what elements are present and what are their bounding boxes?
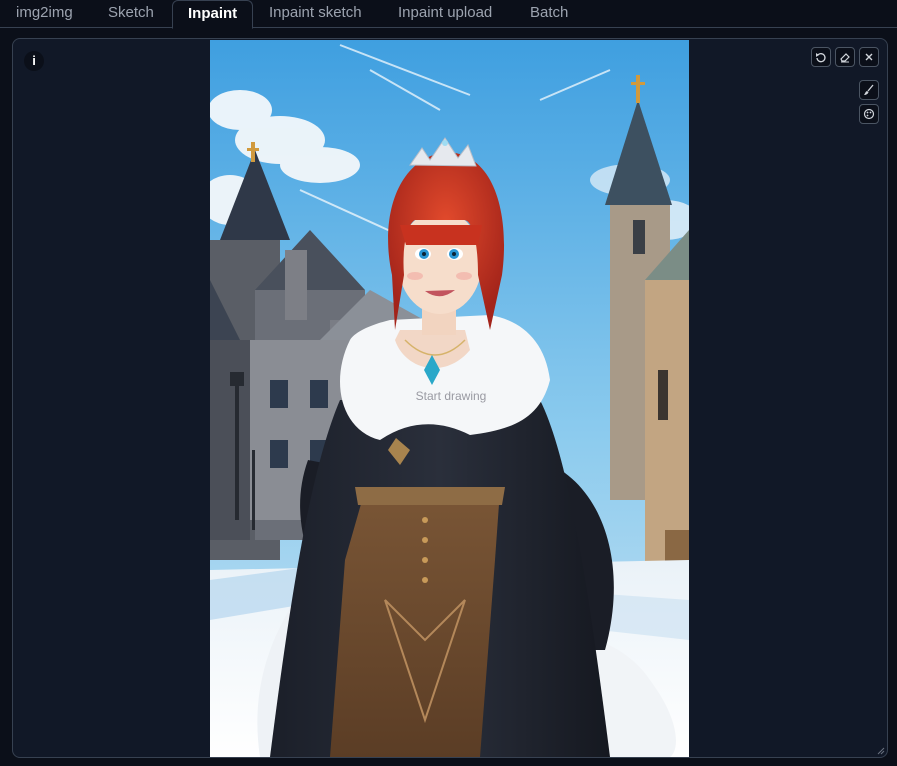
brush-button[interactable] bbox=[859, 80, 879, 100]
tab-inpaint-sketch[interactable]: Inpaint sketch bbox=[269, 0, 362, 28]
anime-character-illustration bbox=[210, 40, 689, 757]
tab-sketch[interactable]: Sketch bbox=[108, 0, 154, 28]
undo-button[interactable] bbox=[811, 47, 831, 67]
inpaint-canvas-panel[interactable]: Start drawing i bbox=[12, 38, 888, 758]
eraser-icon bbox=[840, 53, 850, 63]
inpaint-image[interactable] bbox=[210, 40, 689, 757]
tab-inpaint[interactable]: Inpaint bbox=[172, 0, 254, 29]
tab-bar: img2img Sketch Inpaint Inpaint sketch In… bbox=[0, 0, 897, 29]
tab-inpaint-upload[interactable]: Inpaint upload bbox=[398, 0, 492, 28]
tab-img2img[interactable]: img2img bbox=[16, 0, 73, 28]
brush-icon bbox=[864, 84, 874, 95]
clear-button[interactable] bbox=[835, 47, 855, 67]
undo-icon bbox=[816, 53, 826, 63]
resize-handle-icon[interactable] bbox=[877, 747, 885, 755]
color-button[interactable] bbox=[859, 104, 879, 124]
close-button[interactable] bbox=[859, 47, 879, 67]
close-icon bbox=[865, 53, 873, 61]
info-button[interactable]: i bbox=[24, 51, 44, 71]
palette-icon bbox=[863, 108, 875, 120]
tab-batch[interactable]: Batch bbox=[530, 0, 568, 28]
